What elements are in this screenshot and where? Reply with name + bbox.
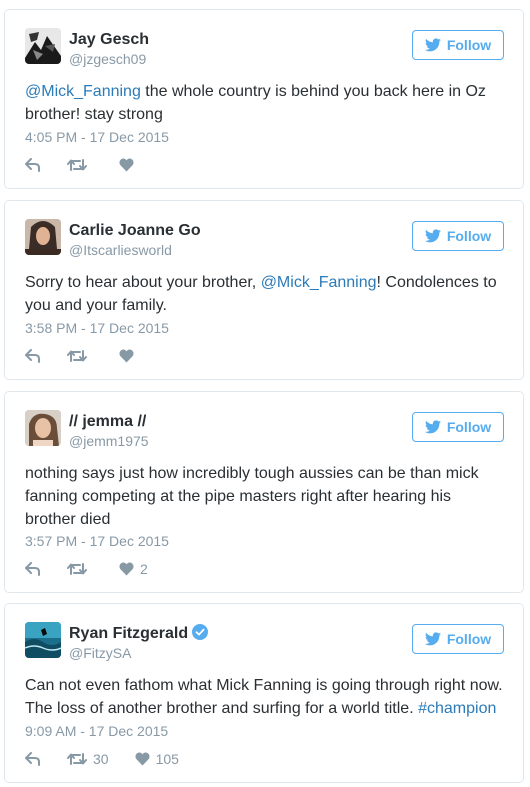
avatar-image xyxy=(25,28,61,64)
retweet-count: 30 xyxy=(93,751,109,767)
tweet-card: Jay Gesch @jzgesch09 Follow @Mick_Fannin… xyxy=(4,9,524,189)
timestamp[interactable]: 3:57 PM - 17 Dec 2015 xyxy=(25,533,169,549)
follow-button[interactable]: Follow xyxy=(412,624,504,654)
tweet-text: Can not even fathom what Mick Fanning is… xyxy=(25,674,505,720)
display-name-text: Ryan Fitzgerald xyxy=(69,625,189,642)
follow-label: Follow xyxy=(446,419,492,435)
tweet-card: Carlie Joanne Go @Itscarliesworld Follow… xyxy=(4,200,524,380)
tweet-actions: 30 105 xyxy=(25,750,205,768)
follow-label: Follow xyxy=(446,631,492,647)
like-count: 2 xyxy=(140,561,148,577)
like-button[interactable]: 105 xyxy=(135,751,179,767)
avatar[interactable] xyxy=(25,622,61,658)
hashtag-link[interactable]: #champion xyxy=(418,700,496,717)
twitter-bird-icon xyxy=(424,38,441,52)
heart-icon xyxy=(119,562,134,576)
timestamp[interactable]: 9:09 AM - 17 Dec 2015 xyxy=(25,723,168,739)
heart-icon xyxy=(119,158,134,172)
twitter-bird-icon xyxy=(424,632,441,646)
retweet-button[interactable] xyxy=(67,562,93,576)
reply-icon xyxy=(25,349,40,363)
user-handle[interactable]: @jemm1975 xyxy=(69,433,149,449)
heart-icon xyxy=(135,752,150,766)
follow-label: Follow xyxy=(446,37,492,53)
tweet-card: Ryan Fitzgerald @FitzySA Follow Can not … xyxy=(4,603,524,783)
avatar[interactable] xyxy=(25,410,61,446)
display-name[interactable]: Jay Gesch xyxy=(69,30,149,50)
like-button[interactable]: 2 xyxy=(119,561,148,577)
avatar-image xyxy=(25,219,61,255)
retweet-icon xyxy=(67,753,87,765)
tweet-actions xyxy=(25,156,166,174)
reply-icon xyxy=(25,562,40,576)
reply-button[interactable] xyxy=(25,562,41,576)
display-name[interactable]: Carlie Joanne Go xyxy=(69,221,201,241)
tweet-text: nothing says just how incredibly tough a… xyxy=(25,462,505,531)
tweet-actions xyxy=(25,347,166,365)
like-count: 105 xyxy=(155,751,179,767)
retweet-button[interactable]: 30 xyxy=(67,751,109,767)
reply-icon xyxy=(25,752,40,766)
tweet-text: @Mick_Fanning the whole country is behin… xyxy=(25,80,505,126)
reply-button[interactable] xyxy=(25,752,41,766)
user-handle[interactable]: @Itscarliesworld xyxy=(69,242,172,258)
follow-button[interactable]: Follow xyxy=(412,412,504,442)
tweet-text: Sorry to hear about your brother, @Mick_… xyxy=(25,271,505,317)
reply-button[interactable] xyxy=(25,349,41,363)
tweet-card: // jemma // @jemm1975 Follow nothing say… xyxy=(4,391,524,593)
avatar[interactable] xyxy=(25,219,61,255)
twitter-bird-icon xyxy=(424,229,441,243)
avatar-image xyxy=(25,410,61,446)
display-name[interactable]: Ryan Fitzgerald xyxy=(69,624,209,644)
like-button[interactable] xyxy=(119,158,140,172)
avatar-image xyxy=(25,622,61,658)
like-button[interactable] xyxy=(119,349,140,363)
follow-button[interactable]: Follow xyxy=(412,30,504,60)
tweet-actions: 2 xyxy=(25,560,174,578)
tweet-text-segment: nothing says just how incredibly tough a… xyxy=(25,465,479,528)
reply-icon xyxy=(25,158,40,172)
user-handle[interactable]: @FitzySA xyxy=(69,645,131,661)
retweet-button[interactable] xyxy=(67,158,93,172)
mention-link[interactable]: @Mick_Fanning xyxy=(25,83,141,100)
display-name[interactable]: // jemma // xyxy=(69,412,146,432)
avatar[interactable] xyxy=(25,28,61,64)
verified-badge-icon xyxy=(192,624,209,640)
timestamp[interactable]: 4:05 PM - 17 Dec 2015 xyxy=(25,129,169,145)
follow-button[interactable]: Follow xyxy=(412,221,504,251)
tweet-text-segment: Sorry to hear about your brother, xyxy=(25,274,261,291)
twitter-bird-icon xyxy=(424,420,441,434)
follow-label: Follow xyxy=(446,228,492,244)
retweet-icon xyxy=(67,350,87,362)
retweet-button[interactable] xyxy=(67,349,93,363)
heart-icon xyxy=(119,349,134,363)
retweet-icon xyxy=(67,159,87,171)
reply-button[interactable] xyxy=(25,158,41,172)
user-handle[interactable]: @jzgesch09 xyxy=(69,51,146,67)
timestamp[interactable]: 3:58 PM - 17 Dec 2015 xyxy=(25,320,169,336)
mention-link[interactable]: @Mick_Fanning xyxy=(261,274,377,291)
retweet-icon xyxy=(67,563,87,575)
